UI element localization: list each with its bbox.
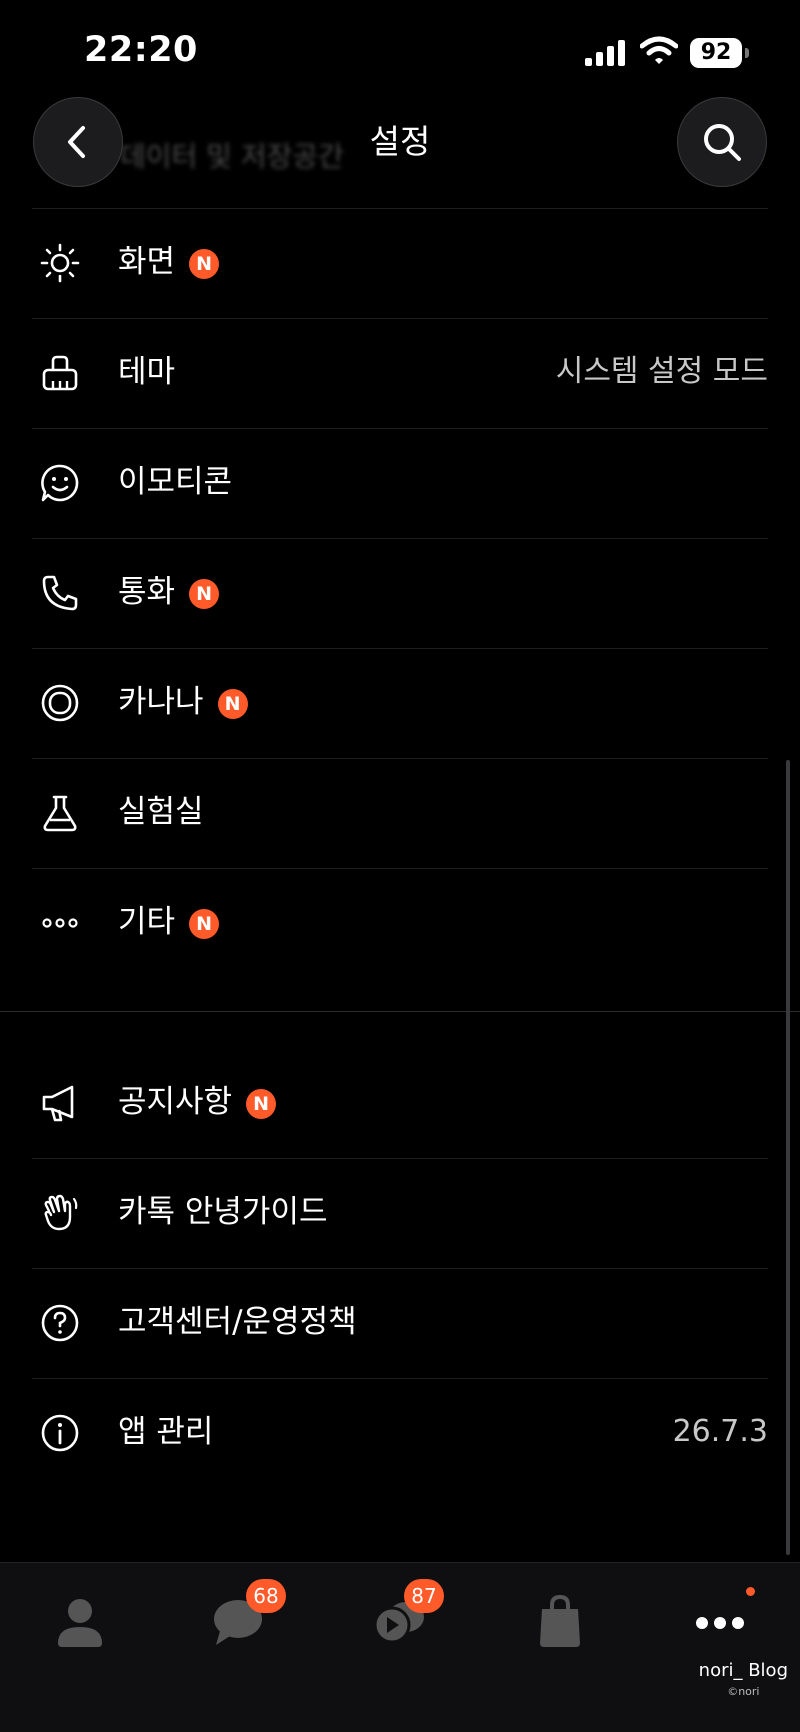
menu-item-theme[interactable]: 테마 시스템 설정 모드 (32, 318, 768, 428)
paint-brush-icon (42, 355, 78, 391)
menu-label: 카톡 안녕가이드 (118, 1194, 328, 1230)
menu-label: 이모티콘 (118, 464, 233, 500)
tab-friends[interactable] (44, 1585, 116, 1657)
menu-label: 기타 (118, 904, 176, 940)
menu-item-kanana[interactable]: 카나나 N (32, 648, 768, 758)
menu-item-support[interactable]: 고객센터/운영정책 (32, 1268, 768, 1378)
more-icon (42, 918, 78, 928)
search-icon (704, 124, 741, 161)
menu-item-display[interactable]: 화면 N (32, 208, 768, 318)
cellular-signal-icon (585, 40, 625, 66)
menu-label: 공지사항 (118, 1084, 233, 1120)
new-badge: N (217, 689, 248, 719)
back-button[interactable] (33, 97, 123, 187)
chats-unread-badge: 68 (246, 1579, 286, 1613)
tab-openchat[interactable]: 87 (362, 1579, 444, 1657)
settings-list-primary: 화면 N 테마 시스템 설정 모드 이모티콘 통화 N 카나나 N 실험실 기타… (32, 208, 768, 978)
new-badge: N (246, 1089, 277, 1119)
waving-hand-icon (44, 1194, 78, 1231)
more-dots-icon (696, 1617, 744, 1629)
phone-icon (42, 575, 78, 611)
watermark: nori_ Blog ©nori (699, 1660, 788, 1698)
section-divider (0, 1011, 800, 1012)
menu-item-notice[interactable]: 공지사항 N (32, 1049, 768, 1158)
kanana-icon (41, 684, 79, 722)
new-badge: N (189, 249, 220, 279)
menu-label: 카나나 (118, 684, 204, 720)
menu-item-guide[interactable]: 카톡 안녕가이드 (32, 1158, 768, 1268)
megaphone-icon (42, 1085, 74, 1122)
wifi-icon (640, 36, 678, 64)
menu-item-etc[interactable]: 기타 N (32, 868, 768, 978)
openchat-unread-badge: 87 (404, 1579, 444, 1613)
menu-label: 실험실 (118, 794, 204, 830)
theme-value: 시스템 설정 모드 (555, 354, 768, 389)
app-version: 26.7.3 (672, 1414, 768, 1449)
search-button[interactable] (677, 97, 767, 187)
menu-label: 테마 (118, 354, 176, 390)
menu-item-app-manage[interactable]: 앱 관리 26.7.3 (32, 1378, 768, 1488)
bottom-tab-bar: 68 87 (0, 1562, 800, 1732)
watermark-line1: nori_ Blog (698, 1660, 788, 1681)
tab-shopping[interactable] (524, 1585, 596, 1657)
shopping-bag-icon (540, 1594, 580, 1647)
scrollbar[interactable] (786, 760, 790, 1555)
menu-item-call[interactable]: 통화 N (32, 538, 768, 648)
status-bar: 22:20 92 (0, 0, 800, 100)
menu-label: 화면 (118, 244, 176, 280)
help-icon (41, 1304, 79, 1342)
menu-label: 통화 (118, 574, 176, 610)
emoticon-icon (41, 464, 79, 502)
tab-chats[interactable]: 68 (202, 1579, 286, 1657)
menu-item-lab[interactable]: 실험실 (32, 758, 768, 868)
more-new-dot (746, 1587, 755, 1596)
status-time: 22:20 (84, 30, 198, 70)
sun-icon (40, 243, 80, 283)
chevron-left-icon (68, 126, 85, 158)
menu-label: 앱 관리 (118, 1414, 214, 1450)
battery-level: 92 (690, 38, 742, 68)
person-icon (58, 1599, 102, 1647)
tab-more[interactable] (684, 1585, 756, 1657)
new-badge: N (189, 909, 220, 939)
watermark-line2: ©nori (727, 1685, 760, 1698)
info-icon (41, 1414, 79, 1452)
new-badge: N (189, 579, 220, 609)
battery-icon: 92 (690, 38, 750, 68)
settings-list-secondary: 공지사항 N 카톡 안녕가이드 고객센터/운영정책 앱 관리 26.7.3 (32, 1049, 768, 1488)
menu-item-emoticon[interactable]: 이모티콘 (32, 428, 768, 538)
flask-icon (43, 795, 77, 832)
menu-label: 고객센터/운영정책 (118, 1304, 357, 1340)
